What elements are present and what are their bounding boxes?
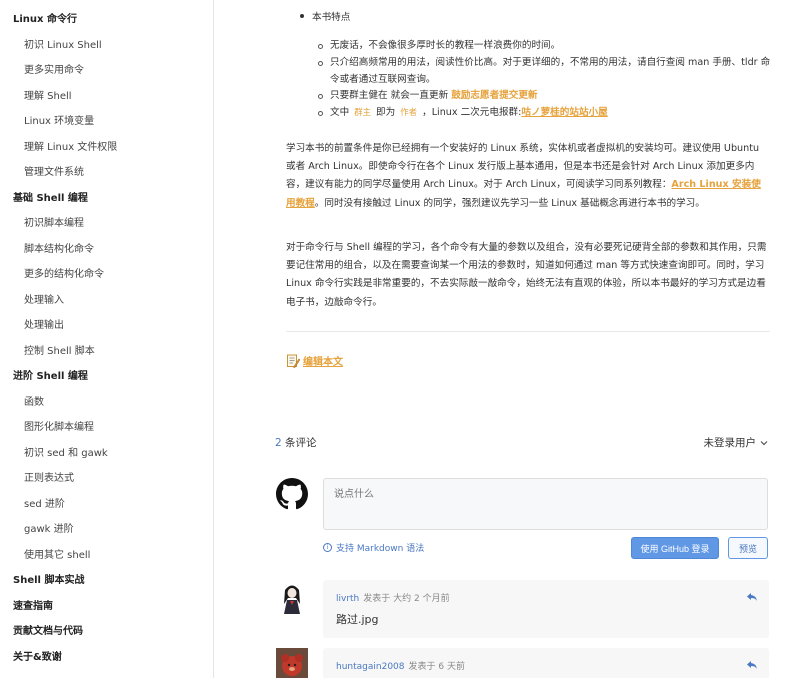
features-heading: 本书特点 [300,9,350,23]
comment-author-link[interactable]: livrth [336,594,359,604]
list-item: 只要群主健在 就会一直更新 鼓励志愿者提交更新 [318,88,772,105]
sidebar-section[interactable]: 关于&致谢 [0,643,213,669]
github-login-button[interactable]: 使用 GitHub 登录 [631,537,719,559]
bullet-circle-icon [318,111,323,117]
github-avatar-icon [276,478,308,510]
sidebar-item[interactable]: 正则表达式 [0,464,213,490]
comment-input[interactable] [323,478,768,530]
comment-body-box: livrth 发表于 大约 2 个月前 路过.jpg [323,580,769,638]
sidebar-item[interactable]: 初识 Linux Shell [0,31,213,57]
comment-count: 2 条评论 [275,437,317,449]
login-status-dropdown[interactable]: 未登录用户 [704,435,769,450]
list-item: 无废话，不会像很多厚时长的教程一样浪费你的时间。 [318,38,772,55]
bullet-circle-icon [318,94,323,100]
inline-code: 作者 [400,107,418,118]
sidebar-item[interactable]: 更多实用命令 [0,56,213,82]
reply-icon[interactable] [746,660,758,670]
volunteer-update-link[interactable]: 鼓励志愿者提交更新 [451,90,537,101]
sidebar-item[interactable]: 图形化脚本编程 [0,413,213,439]
sidebar-item[interactable]: Linux 环境变量 [0,107,213,133]
comment-text: 路过.jpg [336,613,379,626]
bullet-circle-icon [318,44,323,49]
sidebar-item[interactable]: 初识 sed 和 gawk [0,439,213,465]
info-icon: i [323,543,332,552]
sidebar-section[interactable]: Shell 脚本实战 [0,566,213,592]
comment-author-link[interactable]: huntagain2008 [336,662,405,672]
sidebar-item[interactable]: 处理输出 [0,311,213,337]
markdown-hint-link[interactable]: i 支持 Markdown 语法 [323,541,424,554]
sidebar-item[interactable]: gawk 进阶 [0,515,213,541]
sidebar-item[interactable]: 函数 [0,388,213,414]
reply-icon[interactable] [746,592,758,602]
sidebar-item[interactable]: 管理文件系统 [0,158,213,184]
sidebar-item[interactable]: 使用其它 shell [0,541,213,567]
paragraph-learning-method: 对于命令行与 Shell 编程的学习，各个命令有大量的参数以及组合，没有必要死记… [286,242,767,308]
telegram-group-link[interactable]: 咕ノ萝桂的站站小屋 [521,107,607,118]
sidebar-item[interactable]: 理解 Linux 文件权限 [0,133,213,159]
sidebar-section[interactable]: 进阶 Shell 编程 [0,362,213,388]
sidebar-section[interactable]: 基础 Shell 编程 [0,184,213,210]
edit-note-icon [287,354,300,368]
list-item: 只介绍高频常用的用法，阅读性价比高。对于更详细的，不常用的用法，请自行查阅 ma… [318,55,772,89]
comment-meta: huntagain2008 发表于 6 天前 [336,662,465,672]
comments-header: 2 条评论 未登录用户 [275,435,768,450]
preview-button[interactable]: 预览 [728,537,768,559]
bullet-circle-icon [318,60,323,66]
sidebar: Linux 命令行 初识 Linux Shell 更多实用命令 理解 Shell Lin… [0,0,214,678]
sidebar-section[interactable]: Linux 命令行 [0,5,213,31]
sidebar-section[interactable]: 贡献文档与代码 [0,617,213,643]
sidebar-item[interactable]: sed 进阶 [0,490,213,516]
main-content: 本书特点 无废话，不会像很多厚时长的教程一样浪费你的时间。 只介绍高频常用的用法… [214,0,800,678]
inline-code: 群主 [354,107,371,118]
user-avatar [276,648,308,678]
divider [286,331,770,332]
sidebar-item[interactable]: 控制 Shell 脚本 [0,337,213,363]
comment-body-box: huntagain2008 发表于 6 天前 [323,648,769,678]
sidebar-section[interactable]: 速查指南 [0,592,213,618]
bullet-dot-icon [300,14,304,18]
features-list: 无废话，不会像很多厚时长的教程一样浪费你的时间。 只介绍高频常用的用法，阅读性价… [318,38,772,122]
chevron-down-icon [760,440,768,445]
user-avatar [276,580,308,614]
list-item: 文中 群主 即为 作者 ，Linux 二次元电报群:咕ノ萝桂的站站小屋 [318,105,772,122]
paragraph-prerequisites: 学习本书的前置条件是你已经拥有一个安装好的 Linux 系统，实体机或者虚拟机的… [286,143,761,209]
sidebar-item[interactable]: 理解 Shell [0,82,213,108]
sidebar-item[interactable]: 处理输入 [0,286,213,312]
sidebar-item[interactable]: 更多的结构化命令 [0,260,213,286]
comment-meta: livrth 发表于 大约 2 个月前 [336,594,450,604]
sidebar-item[interactable]: 初识脚本编程 [0,209,213,235]
edit-page-link[interactable]: 编辑本文 [286,353,343,368]
sidebar-item[interactable]: 脚本结构化命令 [0,235,213,261]
